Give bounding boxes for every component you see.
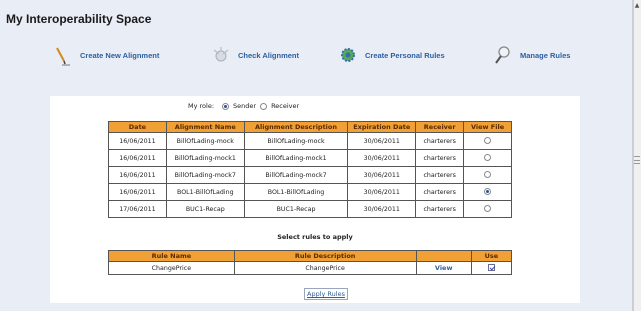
check-alignment-icon (210, 44, 232, 66)
col-use: Use (470, 250, 513, 262)
cell-view-file (463, 200, 512, 218)
scroll-up-arrow-icon[interactable]: ▲ (633, 2, 641, 10)
alignments-table: Date Alignment Name Alignment Descriptio… (108, 121, 512, 218)
cell-name: BillOfLading-mock (165, 132, 245, 150)
cell-receiver: charterers (415, 166, 465, 184)
role-label: My role: (188, 102, 215, 110)
col-expiration-date: Expiration Date (347, 121, 417, 133)
cell-description: BillOfLading-mock1 (243, 149, 349, 167)
select-rules-caption: Select rules to apply (277, 233, 353, 241)
cell-view: View (415, 261, 472, 275)
cell-receiver: charterers (415, 183, 465, 201)
cell-view-file (463, 132, 512, 150)
vertical-scrollbar[interactable]: ▲ (633, 0, 641, 311)
col-date: Date (108, 121, 167, 133)
cell-name: BillOfLading-mock7 (165, 166, 245, 184)
cell-description: BillOfLading-mock (243, 132, 349, 150)
magnifier-icon (492, 44, 514, 66)
table-row: 16/06/2011 BillOfLading-mock7 BillOfLadi… (108, 166, 512, 184)
check-alignment-link[interactable]: Check Alignment (210, 44, 299, 66)
cell-name: BUC1-Recap (165, 200, 245, 218)
col-view-file: View File (463, 121, 512, 133)
manage-rules-label: Manage Rules (520, 50, 571, 60)
create-new-alignment-link[interactable]: Create New Alignment (52, 44, 159, 66)
table-row: ChangePrice ChangePrice View (108, 261, 513, 275)
table-row: 16/06/2011 BillOfLading-mock BillOfLadin… (108, 132, 512, 150)
cell-date: 16/06/2011 (108, 166, 167, 184)
manage-rules-link[interactable]: Manage Rules (492, 44, 570, 66)
create-personal-rules-label: Create Personal Rules (365, 50, 445, 60)
cell-name: BillOfLading-mock1 (165, 149, 245, 167)
cell-rule-description: ChangePrice (233, 261, 417, 275)
col-view (415, 250, 472, 262)
col-alignment-name: Alignment Name (165, 121, 245, 133)
view-file-radio[interactable] (484, 204, 492, 212)
cell-date: 16/06/2011 (108, 183, 167, 201)
receiver-radio[interactable] (260, 102, 268, 110)
cell-view-file (463, 149, 512, 167)
table-row: 17/06/2011 BUC1-Recap BUC1-Recap 30/06/2… (108, 200, 512, 218)
cell-date: 16/06/2011 (108, 132, 167, 150)
scroll-grip-icon (634, 156, 640, 164)
sender-radio-label: Sender (233, 102, 257, 110)
col-receiver: Receiver (415, 121, 465, 133)
cell-receiver: charterers (415, 149, 465, 167)
col-alignment-description: Alignment Description (243, 121, 349, 133)
cell-receiver: charterers (415, 132, 465, 150)
col-rule-description: Rule Description (233, 250, 417, 262)
cell-description: BOL1-BillOfLading (243, 183, 349, 201)
cell-description: BUC1-Recap (243, 200, 349, 218)
cell-expiration: 30/06/2011 (347, 149, 417, 167)
gear-icon (337, 44, 359, 66)
cell-use (470, 261, 513, 275)
cell-description: BillOfLading-mock7 (243, 166, 349, 184)
check-alignment-label: Check Alignment (238, 50, 299, 60)
role-selector: My role: Sender Receiver (188, 102, 299, 110)
cell-rule-name: ChangePrice (108, 261, 235, 275)
cell-date: 17/06/2011 (108, 200, 167, 218)
cell-expiration: 30/06/2011 (347, 132, 417, 150)
cell-receiver: charterers (415, 200, 465, 218)
rules-table: Rule Name Rule Description Use ChangePri… (108, 250, 513, 275)
rules-header-row: Rule Name Rule Description Use (108, 250, 513, 262)
page-title: My Interoperability Space (6, 12, 152, 26)
view-rule-link[interactable]: View (435, 264, 453, 272)
cell-view-file (463, 183, 512, 201)
cell-date: 16/06/2011 (108, 149, 167, 167)
create-new-alignment-label: Create New Alignment (80, 50, 160, 60)
page-background: My Interoperability Space Create New Ali… (0, 0, 633, 311)
view-file-radio[interactable] (484, 153, 492, 161)
apply-rules-button[interactable]: Apply Rules (304, 288, 348, 300)
alignment-panel: My role: Sender Receiver Date Alignment … (50, 96, 580, 303)
cell-expiration: 30/06/2011 (347, 183, 417, 201)
col-rule-name: Rule Name (108, 250, 235, 262)
table-row: 16/06/2011 BOL1-BillOfLading BOL1-BillOf… (108, 183, 512, 201)
receiver-radio-label: Receiver (271, 102, 300, 110)
cell-view-file (463, 166, 512, 184)
alignments-header-row: Date Alignment Name Alignment Descriptio… (108, 121, 512, 133)
view-file-radio[interactable] (484, 170, 492, 178)
view-file-radio[interactable] (484, 187, 492, 195)
use-rule-checkbox[interactable] (487, 263, 495, 271)
sender-radio[interactable] (222, 102, 230, 110)
cell-expiration: 30/06/2011 (347, 200, 417, 218)
table-row: 16/06/2011 BillOfLading-mock1 BillOfLadi… (108, 149, 512, 167)
cell-name: BOL1-BillOfLading (165, 183, 245, 201)
pencil-icon (52, 44, 74, 66)
view-file-radio[interactable] (484, 136, 492, 144)
create-personal-rules-link[interactable]: Create Personal Rules (337, 44, 445, 66)
cell-expiration: 30/06/2011 (347, 166, 417, 184)
